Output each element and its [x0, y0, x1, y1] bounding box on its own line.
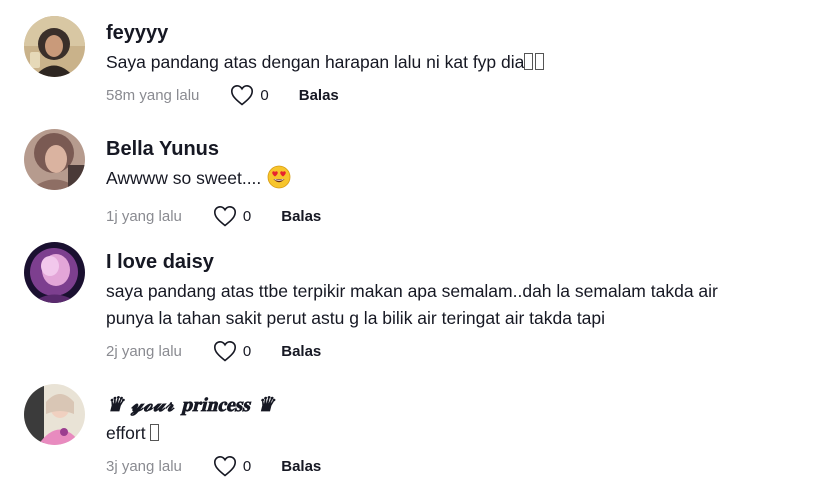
comment-time: 2j yang lalu — [106, 342, 182, 360]
like-button[interactable]: 0 — [213, 340, 251, 362]
comment-text: Saya pandang atas dengan harapan lalu ni… — [106, 49, 779, 76]
comment-meta: 1j yang lalu 0 Balas — [106, 204, 779, 228]
heart-outline-icon — [231, 84, 254, 106]
reply-button[interactable]: Balas — [281, 208, 321, 225]
comment-time: 58m yang lalu — [106, 86, 200, 104]
comment-text-content: Saya pandang atas dengan harapan lalu ni… — [106, 52, 525, 72]
missing-glyph-icon — [524, 53, 534, 70]
like-button[interactable]: 0 — [230, 84, 269, 106]
comment-username[interactable]: feyyyy — [106, 21, 779, 45]
comment-meta: 3j yang lalu 0 Balas — [106, 454, 779, 478]
like-button[interactable]: 0 — [213, 455, 251, 477]
comment-time: 3j yang lalu — [106, 457, 182, 475]
missing-glyph-icon — [150, 424, 160, 441]
comment-text-content: Awwww so sweet.... — [106, 168, 262, 188]
comment-username[interactable]: Bella Yunus — [106, 137, 779, 161]
comment-text: saya pandang atas ttbe terpikir makan ap… — [106, 281, 718, 328]
like-count: 0 — [242, 457, 252, 475]
comment-username[interactable]: ♛ 𝔂𝓸𝓾𝓻 𝐩𝐫𝐢𝐧𝐜𝐞𝐬𝐬 ♛ — [106, 392, 779, 416]
comment-text-content: effort — [106, 423, 146, 443]
heart-outline-icon — [213, 455, 236, 477]
comment-username[interactable]: I love daisy — [106, 250, 779, 274]
heart-outline-icon — [213, 340, 236, 362]
comment-text: effort — [106, 420, 779, 447]
like-count: 0 — [260, 86, 269, 104]
like-button[interactable]: 0 — [213, 205, 251, 227]
missing-glyph-icon — [535, 53, 545, 70]
comment-text: Awwww so sweet.... — [106, 165, 779, 197]
comment-meta: 2j yang lalu 0 Balas — [106, 339, 779, 363]
avatar[interactable] — [24, 242, 85, 303]
reply-button[interactable]: Balas — [299, 87, 339, 104]
avatar[interactable] — [24, 129, 85, 190]
reply-button[interactable]: Balas — [281, 458, 321, 475]
comment-time: 1j yang lalu — [106, 207, 182, 225]
heart-outline-icon — [213, 205, 236, 227]
reply-button[interactable]: Balas — [281, 343, 321, 360]
like-count: 0 — [242, 342, 252, 360]
avatar[interactable] — [24, 384, 85, 445]
comment-meta: 58m yang lalu 0 Balas — [106, 83, 779, 107]
like-count: 0 — [242, 207, 252, 225]
heart-eyes-emoji-icon — [267, 165, 291, 197]
avatar[interactable] — [24, 16, 85, 77]
